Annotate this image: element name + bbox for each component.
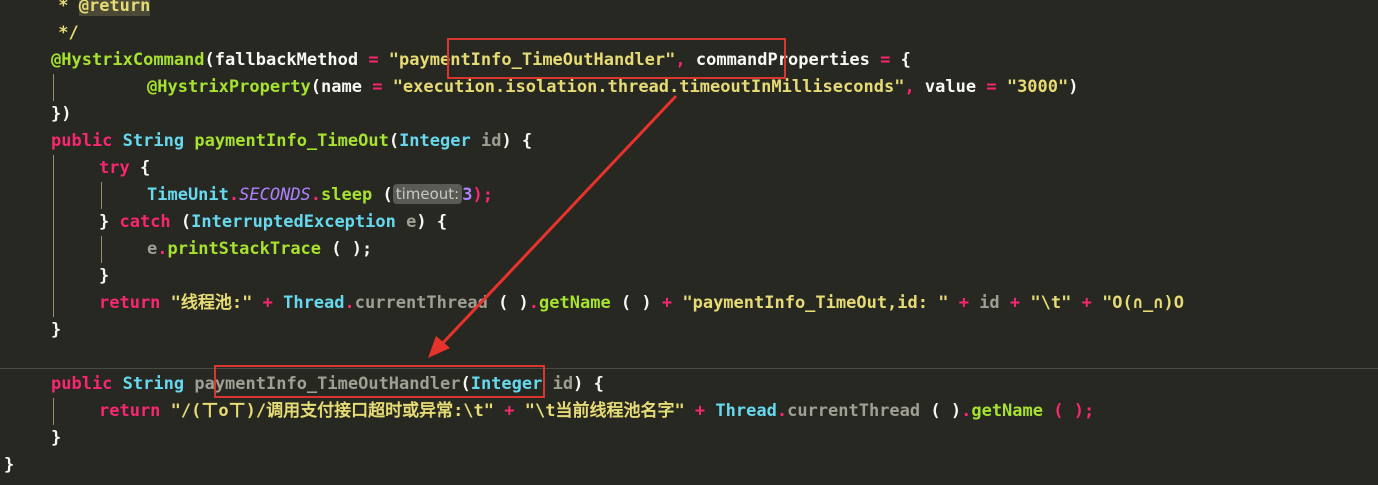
arrow-shaft <box>438 94 678 348</box>
annotation-arrow <box>428 94 678 358</box>
code-editor[interactable]: * @return */ @HystrixCommand(fallbackMet… <box>0 0 1378 485</box>
